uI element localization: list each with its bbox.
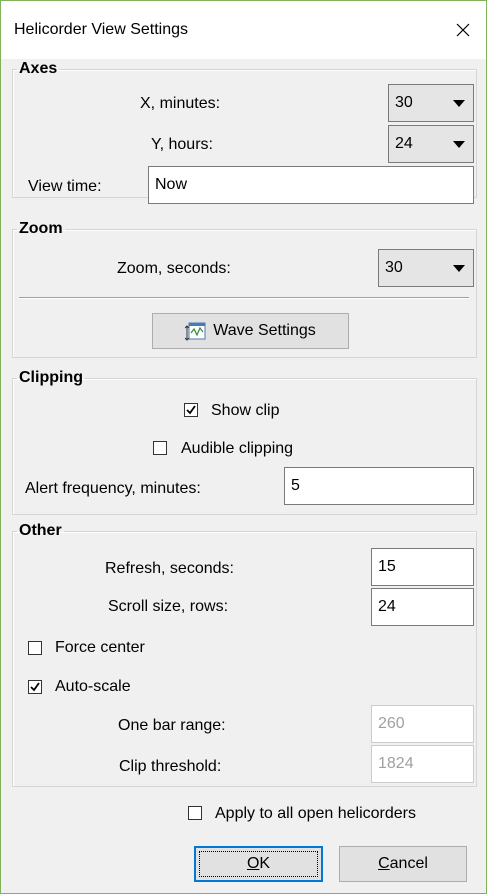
- y-hours-select[interactable]: 24: [388, 125, 474, 163]
- chevron-down-icon: [453, 100, 465, 107]
- cancel-button-label: Cancel: [378, 855, 428, 872]
- wave-settings-label: Wave Settings: [213, 322, 316, 339]
- apply-all-label[interactable]: Apply to all open helicorders: [215, 805, 416, 823]
- view-time-value: Now: [155, 176, 188, 193]
- focus-rectangle: [199, 851, 318, 877]
- scroll-size-input[interactable]: 24: [371, 588, 474, 626]
- force-center-checkbox[interactable]: [28, 641, 42, 655]
- refresh-seconds-label: Refresh, seconds:: [105, 560, 234, 577]
- checkmark-icon: [30, 682, 40, 692]
- scroll-size-value: 24: [378, 598, 396, 615]
- title-bar: Helicorder View Settings: [1, 1, 486, 59]
- one-bar-range-label: One bar range:: [118, 717, 226, 734]
- audible-clipping-checkbox[interactable]: [153, 441, 167, 455]
- close-icon: [456, 23, 470, 37]
- view-time-input[interactable]: Now: [148, 166, 474, 204]
- clip-threshold-input: 1824: [371, 745, 474, 783]
- auto-scale-checkbox[interactable]: [28, 680, 42, 694]
- clipping-legend: Clipping: [19, 369, 83, 386]
- wave-settings-button[interactable]: Wave Settings: [152, 313, 349, 349]
- x-minutes-select[interactable]: 30: [388, 84, 474, 122]
- dialog-window: Helicorder View Settings Axes X, minutes…: [0, 0, 487, 894]
- chevron-down-icon: [453, 141, 465, 148]
- audible-clipping-label[interactable]: Audible clipping: [181, 440, 293, 458]
- refresh-seconds-input[interactable]: 15: [371, 548, 474, 586]
- apply-all-checkbox[interactable]: [188, 806, 202, 820]
- clip-threshold-label: Clip threshold:: [119, 758, 222, 775]
- auto-scale-label[interactable]: Auto-scale: [55, 678, 131, 696]
- zoom-separator: [19, 297, 469, 299]
- axes-legend: Axes: [19, 60, 58, 77]
- zoom-legend: Zoom: [19, 220, 63, 237]
- view-time-label: View time:: [28, 178, 102, 195]
- y-hours-value: 24: [395, 135, 413, 152]
- zoom-seconds-value: 30: [385, 259, 403, 276]
- other-legend: Other: [19, 522, 62, 539]
- x-minutes-value: 30: [395, 94, 413, 111]
- one-bar-range-value: 260: [378, 715, 405, 732]
- cancel-button[interactable]: Cancel: [339, 846, 467, 882]
- y-hours-label: Y, hours:: [151, 136, 213, 153]
- clip-threshold-value: 1824: [378, 755, 414, 772]
- window-title: Helicorder View Settings: [14, 21, 189, 38]
- one-bar-range-input: 260: [371, 705, 474, 743]
- chevron-down-icon: [453, 265, 465, 272]
- ok-button[interactable]: OK: [194, 846, 323, 882]
- scroll-size-label: Scroll size, rows:: [108, 598, 229, 615]
- show-clip-checkbox[interactable]: [184, 403, 198, 417]
- alert-frequency-label: Alert frequency, minutes:: [25, 480, 201, 497]
- checkmark-icon: [186, 405, 196, 415]
- wave-settings-icon: [185, 322, 206, 341]
- zoom-seconds-select[interactable]: 30: [378, 249, 474, 287]
- x-minutes-label: X, minutes:: [140, 95, 221, 112]
- close-button[interactable]: [440, 1, 486, 59]
- refresh-seconds-value: 15: [378, 558, 396, 575]
- alert-frequency-input[interactable]: 5: [284, 467, 474, 505]
- alert-frequency-value: 5: [291, 477, 300, 494]
- show-clip-label[interactable]: Show clip: [211, 402, 279, 420]
- zoom-seconds-label: Zoom, seconds:: [117, 260, 231, 277]
- force-center-label[interactable]: Force center: [55, 639, 145, 657]
